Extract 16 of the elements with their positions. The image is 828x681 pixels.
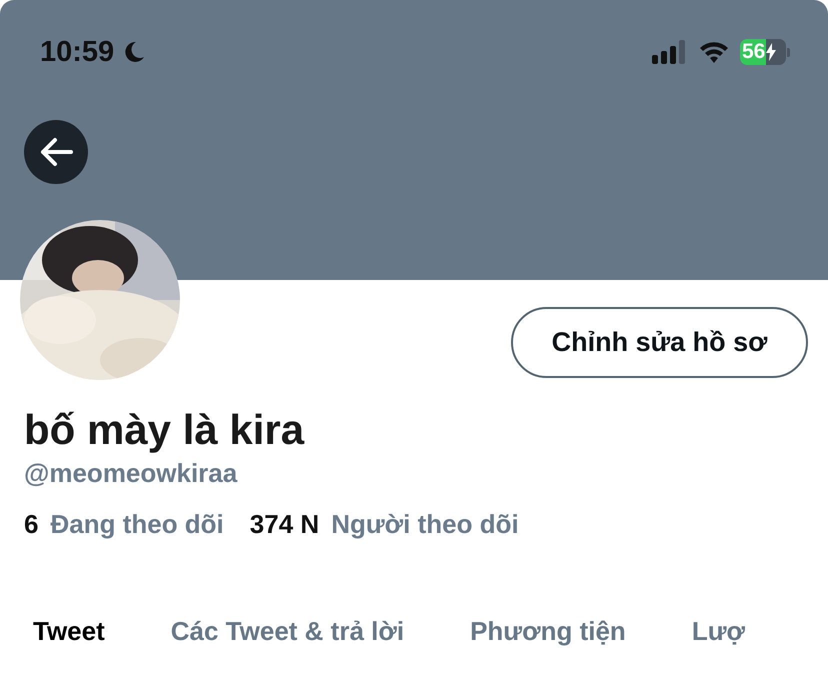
stat-count: 374 N [250, 509, 320, 540]
stat-link[interactable]: Người theo dõi [331, 509, 519, 540]
edit-profile-button[interactable]: Chỉnh sửa hồ sơ [511, 307, 808, 378]
stat-link[interactable]: Đang theo dõi [50, 509, 224, 540]
profile-name: bố mày là kira [24, 406, 306, 454]
stat-count: 6 [24, 509, 38, 540]
profile-tab[interactable]: Phương tiện [470, 616, 626, 647]
profile-tab[interactable]: Lượ [692, 616, 746, 647]
back-arrow-icon [39, 137, 73, 167]
status-time: 10:59 [40, 36, 114, 68]
wifi-icon [698, 40, 730, 64]
signal-icon [652, 40, 688, 64]
profile-handle: @meomeowkiraa [24, 458, 238, 489]
profile-tab[interactable]: Các Tweet & trả lời [170, 616, 404, 647]
battery-percent: 56 [741, 40, 766, 64]
profile-tab[interactable]: Tweet [33, 616, 105, 647]
